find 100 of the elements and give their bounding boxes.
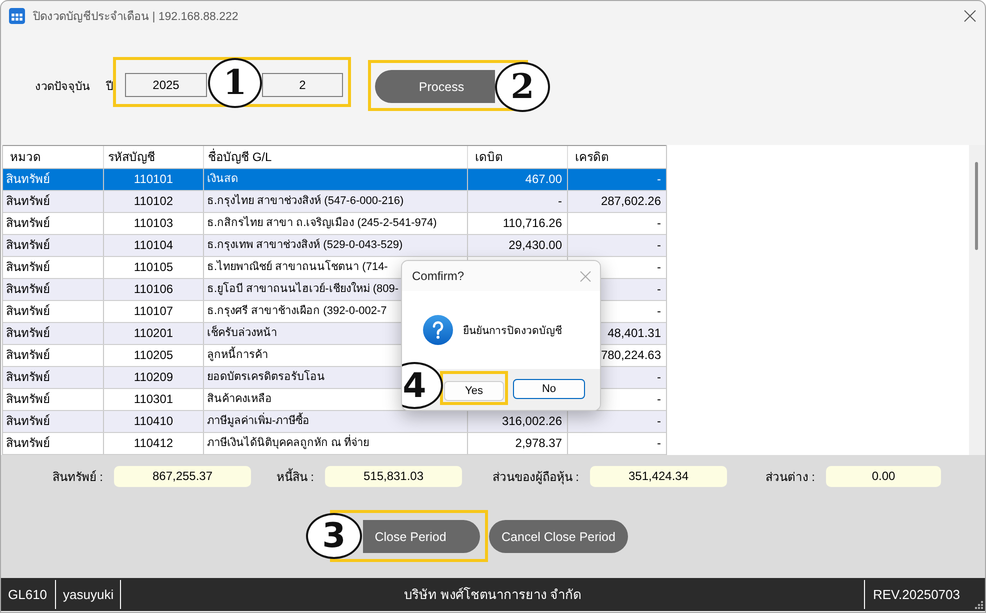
process-button[interactable]: Process (375, 70, 495, 103)
account-code: 110209 (134, 370, 174, 384)
account-name: ลูกหนี้การค้า (207, 349, 268, 361)
debit-amount: - (558, 194, 562, 208)
total-value-field: 515,831.03 (325, 466, 462, 487)
month-field[interactable]: 2 (262, 73, 343, 97)
category-text: สินทรัพย์ (6, 216, 50, 230)
account-name: ธ.ยูโอบี สาขาถนนไฮเวย์-เชียงใหม่ (809- (207, 283, 399, 295)
category-text: สินทรัพย์ (6, 282, 50, 296)
account-code: 110301 (134, 392, 174, 406)
debit-amount: 467.00 (525, 172, 562, 186)
year-label: ปี (106, 79, 113, 95)
debit-amount: 2,978.37 (515, 436, 562, 450)
category-text: สินทรัพย์ (6, 392, 50, 406)
account-code: 110205 (134, 348, 174, 362)
table-row[interactable]: สินทรัพย์ 110103 ธ.กสิกรไทย สาขา ถ.เจริญเมือง (245-2-541-974) 110,716.26 - (3, 213, 666, 235)
period-label: งวดปัจจุบัน (35, 80, 90, 95)
category-text: สินทรัพย์ (6, 370, 50, 384)
account-name: ธ.กสิกรไทย สาขา ถ.เจริญเมือง (245-2-541-974) (207, 217, 437, 229)
account-code: 110104 (134, 238, 174, 252)
account-name: ธ.กรุงเทพ สาขาช่วงสิงห์ (529-0-043-529) (207, 239, 403, 251)
table-row[interactable]: สินทรัพย์ 110104 ธ.กรุงเทพ สาขาช่วงสิงห์ (529-0-043-529) 29,430.00 - (3, 235, 666, 257)
table-row[interactable]: สินทรัพย์ 110102 ธ.กรุงไทย สาขาช่วงสิงห์ (547-6-000-216) - 287,602.26 (3, 191, 666, 213)
total-label: สินทรัพย์ : (52, 469, 103, 486)
callout-number: 4 (402, 362, 443, 409)
credit-amount: - (657, 414, 661, 428)
total-value-field: 351,424.34 (590, 466, 727, 487)
account-name: สินค้าคงเหลือ (207, 393, 272, 405)
category-text: สินทรัพย์ (6, 172, 50, 186)
year-field[interactable]: 2025 (125, 73, 207, 97)
total-value-field: 0.00 (826, 466, 941, 487)
credit-amount: - (657, 216, 661, 230)
user-name: yasuyuki (62, 587, 115, 602)
account-code: 110107 (134, 304, 174, 318)
account-code: 110105 (134, 260, 174, 274)
credit-amount: 780,224.63 (600, 348, 661, 362)
category-text: สินทรัพย์ (6, 260, 50, 274)
column-header[interactable]: รหัสบัญชี (104, 146, 204, 168)
no-button[interactable]: No (513, 379, 585, 399)
account-name: ยอดบัตรเครดิตรอรับโอน (207, 371, 325, 383)
yes-button[interactable]: Yes (444, 381, 504, 401)
question-icon (423, 315, 453, 345)
cancel-close-period-button[interactable]: Cancel Close Period (489, 520, 628, 553)
total-label: ส่วนต่าง : (765, 469, 815, 486)
window-title: ปิดงวดบัญชีประจำเดือน | 192.168.88.222 (33, 9, 238, 24)
credit-amount: - (657, 370, 661, 384)
revision-label: REV.20250703 (872, 587, 961, 602)
program-code: GL610 (7, 587, 48, 602)
account-name: เงินสด (207, 173, 238, 185)
close-icon[interactable] (964, 10, 976, 22)
account-name: ธ.กรุงศรี สาขาช้างเผือก (392-0-002-7 (207, 305, 387, 317)
account-code: 110412 (134, 436, 174, 450)
resize-grip-icon[interactable] (975, 601, 983, 609)
credit-amount: - (657, 436, 661, 450)
debit-amount: 316,002.26 (502, 414, 562, 428)
category-text: สินทรัพย์ (6, 348, 50, 362)
credit-amount: 287,602.26 (600, 194, 661, 208)
company-name: บริษัท พงศ์โชตนาการยาง จำกัด (404, 587, 582, 602)
callout-number: 1 (208, 58, 262, 108)
column-header[interactable]: เครดิต (568, 146, 666, 168)
account-name: ภาษีเงินได้นิติบุคคลถูกหัก ณ ที่จ่าย (207, 437, 370, 449)
total-value-field: 867,255.37 (114, 466, 251, 487)
account-code: 110101 (134, 172, 174, 186)
account-name: ธ.ไทยพาณิชย์ สาขาถนนโชตนา (714- (207, 261, 388, 273)
total-label: หนี้สิน : (276, 467, 314, 486)
category-text: สินทรัพย์ (6, 194, 50, 208)
credit-amount: - (657, 392, 661, 406)
table-row[interactable]: สินทรัพย์ 110410 ภาษีมูลค่าเพิ่ม-ภาษีซื้อ 316,002.26 - (3, 411, 666, 433)
callout-number: 3 (306, 513, 362, 559)
scrollbar-thumb[interactable] (975, 162, 978, 250)
category-text: สินทรัพย์ (6, 436, 50, 450)
debit-amount: 110,716.26 (502, 216, 562, 230)
account-name: ภาษีมูลค่าเพิ่ม-ภาษีซื้อ (207, 415, 310, 427)
account-name: เช็ครับล่วงหน้า (207, 327, 277, 339)
callout-number: 2 (495, 62, 550, 112)
column-header[interactable]: หมวด (3, 146, 104, 168)
credit-amount: - (657, 260, 661, 274)
table-row[interactable]: สินทรัพย์ 110412 ภาษีเงินได้นิติบุคคลถูกหัก ณ ที่จ่าย 2,978.37 - (3, 433, 666, 455)
close-period-button[interactable]: Close Period (363, 520, 480, 553)
table-row[interactable]: สินทรัพย์ 110101 เงินสด 467.00 - (3, 169, 666, 191)
account-code: 110201 (134, 326, 174, 340)
account-code: 110102 (134, 194, 174, 208)
credit-amount: - (657, 304, 661, 318)
category-text: สินทรัพย์ (6, 326, 50, 340)
dialog-message: ยืนยันการปิดงวดบัญชี (463, 324, 562, 338)
account-name: ธ.กรุงไทย สาขาช่วงสิงห์ (547-6-000-216) (207, 195, 404, 207)
account-code: 110103 (134, 216, 174, 230)
credit-amount: - (657, 282, 661, 296)
credit-amount: - (657, 172, 661, 186)
credit-amount: 48,401.31 (608, 326, 661, 340)
column-header[interactable]: ชื่อบัญชี G/L (204, 146, 468, 168)
calendar-grid-icon (9, 8, 25, 24)
credit-amount: - (657, 238, 661, 252)
account-code: 110106 (134, 282, 174, 296)
total-label: ส่วนของผู้ถือหุ้น : (492, 469, 579, 486)
column-header[interactable]: เดบิต (468, 146, 568, 168)
debit-amount: 29,430.00 (508, 238, 562, 252)
category-text: สินทรัพย์ (6, 414, 50, 428)
category-text: สินทรัพย์ (6, 304, 50, 318)
category-text: สินทรัพย์ (6, 238, 50, 252)
